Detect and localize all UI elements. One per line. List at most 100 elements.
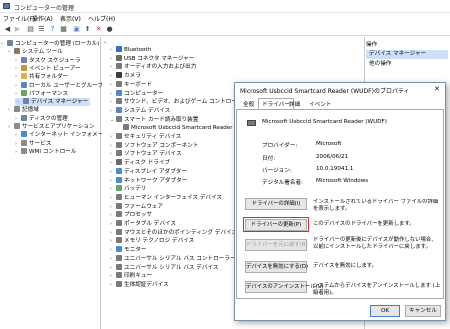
tree-item-label: ヒューマン インターフェイス デバイス: [124, 194, 222, 201]
root-collapse-icon[interactable]: ⌄: [103, 39, 107, 45]
device-tree-item[interactable]: › 生体認証デバイス: [110, 280, 169, 289]
console-tree-item[interactable]: › デバイス マネージャー: [15, 98, 91, 107]
device-icon: [14, 48, 20, 55]
device-tree-item[interactable]: › セキュリティ デバイス: [110, 133, 181, 141]
console-tree-item[interactable]: › ディスクの管理: [15, 114, 68, 123]
device-tree-item[interactable]: › カメラ: [110, 72, 141, 80]
menu-help[interactable]: ヘルプ(H): [88, 14, 115, 23]
actions-device-manager[interactable]: デバイス マネージャー: [366, 50, 448, 59]
tree-item-label: ユニバーサル シリアル バス コントローラー: [124, 255, 234, 262]
device-icon: [116, 167, 122, 174]
ok-button[interactable]: OK: [370, 305, 400, 317]
device-tree-item[interactable]: › USB コネクタ マネージャー: [110, 54, 194, 63]
console-tree-item[interactable]: › パフォーマンス: [15, 89, 68, 98]
up-folder-icon[interactable]: ▤: [26, 25, 35, 34]
version-value: 10.0.19041.1: [316, 166, 354, 172]
device-tree-item[interactable]: › ユニバーサル シリアル バス デバイス: [110, 263, 219, 272]
help-icon[interactable]: ?: [48, 25, 57, 34]
tree-item-label: Bluetooth: [124, 47, 152, 53]
device-icon: [123, 124, 129, 131]
forward-icon[interactable]: ▶: [13, 25, 22, 34]
signer-value: Microsoft Windows: [316, 178, 369, 184]
device-tree-item[interactable]: › ディスプレイ アダプター: [110, 167, 187, 176]
device-tree-item[interactable]: › ソフトウェア コンポーネント: [110, 141, 199, 150]
rollback-driver-description: ドライバーの更新後にデバイスが動作しない場合、以前にインストールしたドライバーに…: [313, 237, 437, 250]
tree-item-label: サウンド、ビデオ、およびゲーム コントローラー: [124, 99, 234, 106]
properties-icon[interactable]: ▦: [59, 25, 68, 34]
tree-item-label: システム デバイス: [124, 107, 171, 114]
device-icon: [116, 106, 122, 113]
update-driver-icon[interactable]: ⬆: [83, 25, 92, 34]
console-tree-item[interactable]: › 記憶域: [8, 106, 39, 114]
console-tree-item[interactable]: › サービス: [15, 139, 51, 148]
app-icon: [3, 3, 10, 9]
device-icon: [14, 123, 20, 129]
device-icon: [116, 150, 122, 157]
device-tree-item[interactable]: › ファームウェア: [110, 202, 163, 211]
console-tree-item[interactable]: › タスク スケジューラ: [15, 56, 81, 65]
uninstall-device-button[interactable]: デバイスのアンインストール(U): [245, 281, 324, 293]
disable-device-button[interactable]: デバイスを無効にする(D): [245, 261, 308, 273]
tree-item-label: 共有フォルダー: [29, 74, 69, 81]
device-tree-item[interactable]: › コンピューター: [110, 89, 163, 98]
tree-item-label: キーボード: [124, 81, 152, 88]
device-tree-item[interactable]: › システム デバイス: [110, 106, 171, 115]
console-tree-item[interactable]: › コンピューターの管理 (ローカル): [1, 40, 99, 48]
menu-action[interactable]: 操作(A): [32, 14, 53, 23]
device-tree-item[interactable]: › 印刷キュー: [110, 272, 152, 280]
signer-label: デジタル署名者:: [262, 180, 303, 186]
device-tree-item[interactable]: › ユニバーサル シリアル バス コントローラー: [110, 254, 234, 263]
device-tree-item[interactable]: › メモリ テクノロジ デバイス: [110, 237, 194, 245]
device-tree-item[interactable]: › オーディオの入力および出力: [110, 63, 196, 71]
device-tree-item[interactable]: › ヒューマン インターフェイス デバイス: [110, 193, 222, 202]
disable-icon[interactable]: ●: [105, 25, 114, 34]
device-tree-item[interactable]: › Bluetooth: [110, 46, 151, 54]
menu-file[interactable]: ファイル(F): [3, 14, 35, 23]
device-icon: [116, 141, 122, 148]
cancel-button[interactable]: キャンセル: [405, 305, 441, 317]
tree-item-label: ソフトウェア コンポーネント: [124, 142, 199, 149]
rollback-driver-button[interactable]: ドライバーを元に戻す(R): [245, 239, 308, 251]
device-tree-item[interactable]: › モニター: [110, 246, 146, 254]
disable-device-description: デバイスを無効にします。: [313, 263, 377, 269]
list-icon[interactable]: ☰: [37, 25, 46, 34]
uninstall-icon[interactable]: ✕: [94, 25, 103, 34]
tree-item-label: オーディオの入力および出力: [124, 64, 197, 71]
console-tree-item[interactable]: › サービスとアプリケーション: [8, 123, 95, 131]
device-tree-item[interactable]: › キーボード: [110, 80, 152, 89]
device-tree-item[interactable]: › ソフトウェア デバイス: [110, 150, 182, 158]
console-tree-item[interactable]: › WMI コントロール: [15, 147, 76, 156]
toolbar: ◀ ▶ ▤ ☰ ? ▦ ▣ ⬆ ✕ ●: [0, 23, 450, 36]
device-icon: [116, 185, 122, 192]
device-icon: [116, 237, 122, 244]
console-tree-item[interactable]: › システム ツール: [8, 48, 63, 56]
back-icon[interactable]: ◀: [3, 25, 12, 34]
computer-icon[interactable]: ▣: [72, 25, 81, 34]
menu-view[interactable]: 表示(V): [60, 14, 81, 23]
device-tree-item[interactable]: ›サウンド、ビデオ、およびゲーム コントローラー: [110, 98, 234, 106]
update-driver-description: このデバイスのドライバーを更新します。: [313, 221, 415, 227]
device-icon: [116, 89, 122, 96]
device-icon: [116, 98, 122, 105]
date-value: 2006/06/21: [316, 154, 349, 160]
console-tree-item[interactable]: › ローカル ユーザーとグループ: [15, 81, 103, 90]
menu-bar: ファイル(F) 操作(A) 表示(V) ヘルプ(H): [0, 13, 450, 23]
console-tree-item[interactable]: › 共有フォルダー: [15, 73, 68, 81]
console-tree-item[interactable]: › イベント ビューアー: [15, 64, 81, 73]
driver-details-description: インストールされているドライバー ファイルの詳細を表示します。: [313, 199, 439, 212]
device-icon: [116, 115, 122, 122]
device-tree-item[interactable]: › ネットワーク アダプター: [110, 176, 187, 185]
device-icon: [116, 54, 122, 61]
device-tree-item[interactable]: › ディスク ドライブ: [110, 159, 170, 167]
device-tree-item[interactable]: Microsoft Usbccid Smartcard Reader (WUDF…: [117, 124, 234, 132]
device-tree-item[interactable]: › ポータブル デバイス: [110, 220, 176, 228]
driver-details-button[interactable]: ドライバーの詳細(I): [245, 198, 307, 210]
device-tree-item[interactable]: › バッテリ: [110, 185, 146, 193]
device-tree-item[interactable]: › マウスとそのほかのポインティング デバイス: [110, 228, 234, 237]
device-tree-item[interactable]: ⌄ スマート カード読み取り装置: [110, 115, 198, 124]
device-tree-item[interactable]: › プロセッサ: [110, 211, 152, 219]
actions-more[interactable]: 他の操作: [366, 60, 448, 69]
provider-value: Microsoft: [316, 141, 342, 147]
close-icon[interactable]: ✕: [432, 85, 442, 94]
tree-item-label: デバイス マネージャー: [31, 99, 89, 106]
